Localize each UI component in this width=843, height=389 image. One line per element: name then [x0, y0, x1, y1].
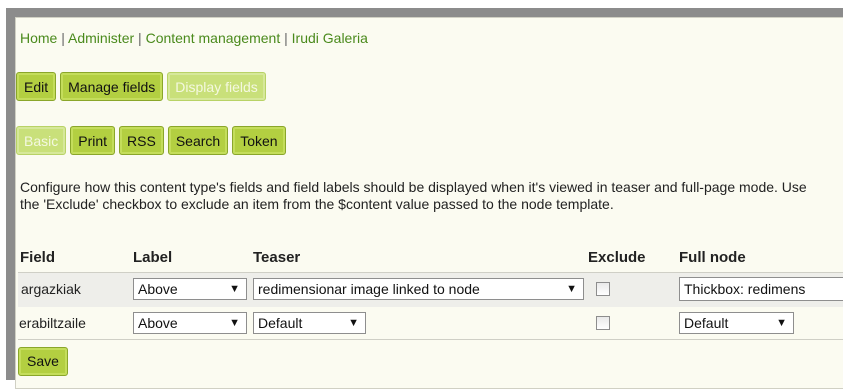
save-button[interactable]: Save [18, 347, 68, 376]
tab-manage-fields[interactable]: Manage fields [60, 72, 164, 101]
tab-basic[interactable]: Basic [16, 126, 67, 155]
description-text: Configure how this content type's fields… [20, 179, 807, 212]
chevron-down-icon: ▼ [566, 283, 577, 295]
tab-edit[interactable]: Edit [16, 72, 57, 101]
header-teaser: Teaser [253, 249, 301, 266]
header-label: Label [133, 249, 173, 266]
secondary-tabs: Basic Print RSS Search Token [16, 126, 286, 155]
breadcrumb-irudi-galeria-link[interactable]: Irudi Galeria [292, 30, 368, 46]
chevron-down-icon: ▼ [229, 283, 240, 295]
exclude-checkbox[interactable] [596, 282, 610, 296]
breadcrumb-content-management-link[interactable]: Content management [146, 30, 281, 46]
window-shadow-left [6, 8, 15, 380]
tab-display-fields[interactable]: Display fields [167, 72, 266, 101]
teaser-select-value: Default [258, 315, 303, 331]
window-shadow-top [6, 8, 843, 17]
header-field: Field [20, 249, 56, 266]
field-name: argazkiak [21, 281, 81, 297]
breadcrumb-separator: | [61, 30, 65, 46]
header-full-node: Full node [679, 249, 746, 266]
label-select-value: Above [138, 315, 178, 331]
teaser-select-value: redimensionar image linked to node [258, 281, 480, 297]
header-exclude: Exclude [588, 249, 646, 266]
tab-rss[interactable]: RSS [119, 126, 164, 155]
breadcrumb-separator: | [138, 30, 142, 46]
full-node-select-value: Thickbox: redimens [684, 281, 806, 297]
breadcrumb-separator: | [284, 30, 288, 46]
breadcrumb-home-link[interactable]: Home [20, 30, 57, 46]
teaser-select[interactable]: Default ▼ [253, 312, 366, 334]
primary-tabs: Edit Manage fields Display fields [16, 72, 266, 101]
label-select-value: Above [138, 281, 178, 297]
teaser-select[interactable]: redimensionar image linked to node ▼ [253, 278, 584, 300]
breadcrumb-administer-link[interactable]: Administer [68, 30, 134, 46]
chevron-down-icon: ▼ [348, 317, 359, 329]
full-node-select[interactable]: Thickbox: redimens [679, 277, 843, 301]
exclude-checkbox[interactable] [596, 316, 610, 330]
full-node-select[interactable]: Default ▼ [679, 312, 794, 334]
field-name: erabiltzaile [19, 315, 86, 331]
tab-token[interactable]: Token [232, 126, 286, 155]
tab-search[interactable]: Search [167, 126, 229, 155]
full-node-select-value: Default [684, 315, 729, 331]
tab-print[interactable]: Print [70, 126, 116, 155]
label-select[interactable]: Above ▼ [133, 278, 247, 300]
breadcrumb: Home | Administer | Content management |… [20, 30, 368, 46]
label-select[interactable]: Above ▼ [133, 312, 247, 334]
chevron-down-icon: ▼ [229, 317, 240, 329]
chevron-down-icon: ▼ [776, 317, 787, 329]
